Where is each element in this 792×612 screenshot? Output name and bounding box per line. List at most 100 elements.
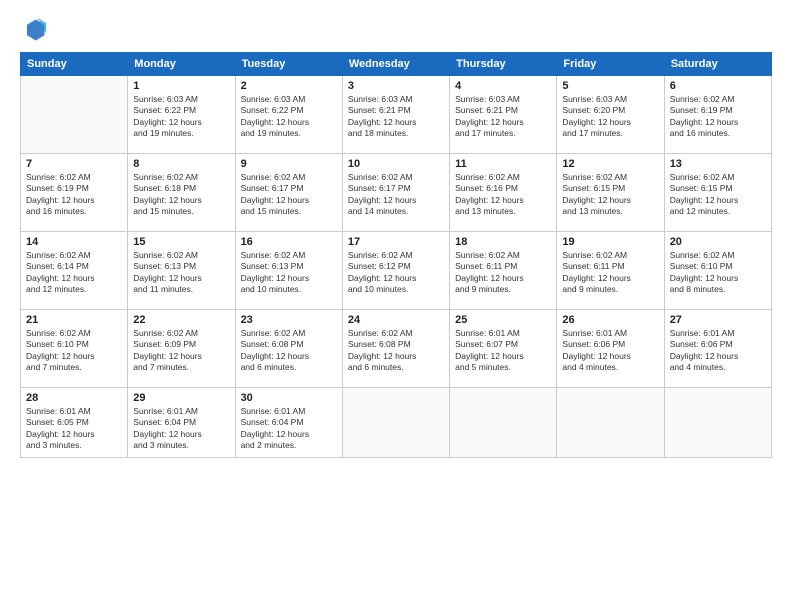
- calendar-cell: 18Sunrise: 6:02 AM Sunset: 6:11 PM Dayli…: [450, 232, 557, 310]
- day-number: 9: [241, 158, 337, 170]
- calendar-cell: 4 Sunrise: 6:03 AM Sunset: 6:21 PM Daylig…: [450, 76, 557, 154]
- calendar-cell: 7 Sunrise: 6:02 AM Sunset: 6:19 PM Daylig…: [21, 154, 128, 232]
- day-info: Sunrise: 6:01 AM Sunset: 6:06 PM Dayligh…: [562, 328, 658, 374]
- day-info: Sunrise: 6:02 AM Sunset: 6:17 PM Dayligh…: [241, 172, 337, 218]
- day-number: 20: [670, 236, 766, 248]
- day-number: 13: [670, 158, 766, 170]
- day-info: Sunrise: 6:02 AM Sunset: 6:18 PM Dayligh…: [133, 172, 229, 218]
- calendar-cell: 23 Sunrise: 6:02 AM Sunset: 6:08 PM Dayli…: [235, 310, 342, 388]
- calendar-cell: 21 Sunrise: 6:02 AM Sunset: 6:10 PM Dayli…: [21, 310, 128, 388]
- day-info: Sunrise: 6:03 AM Sunset: 6:22 PM Dayligh…: [133, 94, 229, 140]
- day-number: 11: [455, 158, 551, 170]
- calendar-cell: 19 Sunrise: 6:02 AM Sunset: 6:11 PM Dayli…: [557, 232, 664, 310]
- day-info: Sunrise: 6:02 AM Sunset: 6:08 PM Dayligh…: [348, 328, 444, 374]
- calendar-cell: 30 Sunrise: 6:01 AM Sunset: 6:04 PM Dayli…: [235, 388, 342, 458]
- day-number: 23: [241, 314, 337, 326]
- day-number: 4: [455, 80, 551, 92]
- day-number: 10: [348, 158, 444, 170]
- calendar-cell: 20Sunrise: 6:02 AM Sunset: 6:10 PM Dayli…: [664, 232, 771, 310]
- day-info: Sunrise: 6:03 AM Sunset: 6:21 PM Dayligh…: [348, 94, 444, 140]
- calendar-cell: [342, 388, 449, 458]
- calendar-cell: 5Sunrise: 6:03 AM Sunset: 6:20 PM Daylig…: [557, 76, 664, 154]
- day-number: 29: [133, 392, 229, 404]
- calendar-cell: 27 Sunrise: 6:01 AM Sunset: 6:06 PM Dayli…: [664, 310, 771, 388]
- calendar-cell: 2Sunrise: 6:03 AM Sunset: 6:22 PM Daylig…: [235, 76, 342, 154]
- day-info: Sunrise: 6:02 AM Sunset: 6:16 PM Dayligh…: [455, 172, 551, 218]
- day-number: 16: [241, 236, 337, 248]
- calendar-cell: 12 Sunrise: 6:02 AM Sunset: 6:15 PM Dayli…: [557, 154, 664, 232]
- day-number: 27: [670, 314, 766, 326]
- calendar-cell: 13Sunrise: 6:02 AM Sunset: 6:15 PM Dayli…: [664, 154, 771, 232]
- day-number: 24: [348, 314, 444, 326]
- day-info: Sunrise: 6:02 AM Sunset: 6:17 PM Dayligh…: [348, 172, 444, 218]
- day-info: Sunrise: 6:01 AM Sunset: 6:04 PM Dayligh…: [241, 406, 337, 452]
- week-row-1: 1 Sunrise: 6:03 AM Sunset: 6:22 PM Daylig…: [21, 76, 772, 154]
- calendar-cell: 6Sunrise: 6:02 AM Sunset: 6:19 PM Daylig…: [664, 76, 771, 154]
- day-number: 2: [241, 80, 337, 92]
- day-info: Sunrise: 6:01 AM Sunset: 6:07 PM Dayligh…: [455, 328, 551, 374]
- calendar-cell: [450, 388, 557, 458]
- day-info: Sunrise: 6:02 AM Sunset: 6:11 PM Dayligh…: [455, 250, 551, 296]
- week-row-5: 28Sunrise: 6:01 AM Sunset: 6:05 PM Dayli…: [21, 388, 772, 458]
- day-info: Sunrise: 6:02 AM Sunset: 6:13 PM Dayligh…: [241, 250, 337, 296]
- calendar-cell: [557, 388, 664, 458]
- day-info: Sunrise: 6:03 AM Sunset: 6:20 PM Dayligh…: [562, 94, 658, 140]
- weekday-header-wednesday: Wednesday: [342, 53, 449, 76]
- weekday-header-tuesday: Tuesday: [235, 53, 342, 76]
- page: SundayMondayTuesdayWednesdayThursdayFrid…: [0, 0, 792, 612]
- day-number: 25: [455, 314, 551, 326]
- day-info: Sunrise: 6:01 AM Sunset: 6:06 PM Dayligh…: [670, 328, 766, 374]
- weekday-header-thursday: Thursday: [450, 53, 557, 76]
- day-number: 8: [133, 158, 229, 170]
- logo-icon: [20, 16, 48, 44]
- day-number: 12: [562, 158, 658, 170]
- weekday-header-row: SundayMondayTuesdayWednesdayThursdayFrid…: [21, 53, 772, 76]
- day-number: 19: [562, 236, 658, 248]
- day-number: 15: [133, 236, 229, 248]
- day-info: Sunrise: 6:02 AM Sunset: 6:14 PM Dayligh…: [26, 250, 122, 296]
- day-info: Sunrise: 6:02 AM Sunset: 6:09 PM Dayligh…: [133, 328, 229, 374]
- calendar-table: SundayMondayTuesdayWednesdayThursdayFrid…: [20, 52, 772, 458]
- day-number: 6: [670, 80, 766, 92]
- day-info: Sunrise: 6:01 AM Sunset: 6:05 PM Dayligh…: [26, 406, 122, 452]
- day-info: Sunrise: 6:02 AM Sunset: 6:08 PM Dayligh…: [241, 328, 337, 374]
- day-info: Sunrise: 6:02 AM Sunset: 6:11 PM Dayligh…: [562, 250, 658, 296]
- calendar-cell: 16 Sunrise: 6:02 AM Sunset: 6:13 PM Dayli…: [235, 232, 342, 310]
- weekday-header-saturday: Saturday: [664, 53, 771, 76]
- week-row-4: 21 Sunrise: 6:02 AM Sunset: 6:10 PM Dayli…: [21, 310, 772, 388]
- day-number: 30: [241, 392, 337, 404]
- day-info: Sunrise: 6:02 AM Sunset: 6:15 PM Dayligh…: [562, 172, 658, 218]
- header: [20, 16, 772, 44]
- calendar-cell: 10 Sunrise: 6:02 AM Sunset: 6:17 PM Dayli…: [342, 154, 449, 232]
- day-number: 21: [26, 314, 122, 326]
- calendar-cell: 28Sunrise: 6:01 AM Sunset: 6:05 PM Dayli…: [21, 388, 128, 458]
- calendar-cell: 25 Sunrise: 6:01 AM Sunset: 6:07 PM Dayli…: [450, 310, 557, 388]
- day-number: 22: [133, 314, 229, 326]
- calendar-cell: 11 Sunrise: 6:02 AM Sunset: 6:16 PM Dayli…: [450, 154, 557, 232]
- day-info: Sunrise: 6:03 AM Sunset: 6:21 PM Dayligh…: [455, 94, 551, 140]
- calendar-cell: 29 Sunrise: 6:01 AM Sunset: 6:04 PM Dayli…: [128, 388, 235, 458]
- weekday-header-friday: Friday: [557, 53, 664, 76]
- day-number: 7: [26, 158, 122, 170]
- day-number: 17: [348, 236, 444, 248]
- calendar-cell: 8 Sunrise: 6:02 AM Sunset: 6:18 PM Daylig…: [128, 154, 235, 232]
- calendar-cell: [21, 76, 128, 154]
- calendar-cell: [664, 388, 771, 458]
- calendar-cell: 26 Sunrise: 6:01 AM Sunset: 6:06 PM Dayli…: [557, 310, 664, 388]
- calendar-cell: 22 Sunrise: 6:02 AM Sunset: 6:09 PM Dayli…: [128, 310, 235, 388]
- day-number: 1: [133, 80, 229, 92]
- calendar-cell: 9 Sunrise: 6:02 AM Sunset: 6:17 PM Daylig…: [235, 154, 342, 232]
- day-info: Sunrise: 6:01 AM Sunset: 6:04 PM Dayligh…: [133, 406, 229, 452]
- calendar-cell: 3 Sunrise: 6:03 AM Sunset: 6:21 PM Daylig…: [342, 76, 449, 154]
- day-info: Sunrise: 6:02 AM Sunset: 6:13 PM Dayligh…: [133, 250, 229, 296]
- calendar-cell: 17Sunrise: 6:02 AM Sunset: 6:12 PM Dayli…: [342, 232, 449, 310]
- logo: [20, 16, 52, 44]
- week-row-3: 14 Sunrise: 6:02 AM Sunset: 6:14 PM Dayli…: [21, 232, 772, 310]
- day-number: 26: [562, 314, 658, 326]
- calendar-cell: 15 Sunrise: 6:02 AM Sunset: 6:13 PM Dayli…: [128, 232, 235, 310]
- day-number: 14: [26, 236, 122, 248]
- day-number: 3: [348, 80, 444, 92]
- calendar-cell: 24 Sunrise: 6:02 AM Sunset: 6:08 PM Dayli…: [342, 310, 449, 388]
- day-info: Sunrise: 6:02 AM Sunset: 6:19 PM Dayligh…: [26, 172, 122, 218]
- day-info: Sunrise: 6:02 AM Sunset: 6:10 PM Dayligh…: [26, 328, 122, 374]
